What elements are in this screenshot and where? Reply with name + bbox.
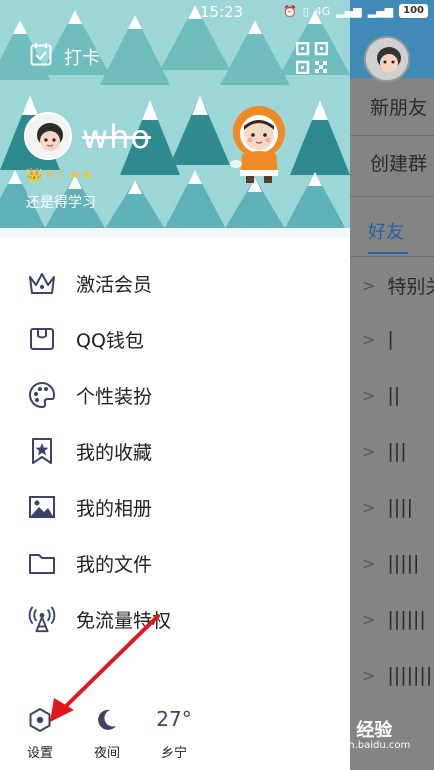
checkin-label: 打卡 bbox=[64, 47, 100, 69]
city-label: 乡宁 bbox=[160, 746, 187, 761]
crown-icon bbox=[28, 269, 56, 297]
vibrate-icon: ▯ bbox=[302, 4, 309, 18]
chevron-right-icon: > bbox=[362, 665, 376, 685]
menu-item-files[interactable]: 我的文件 bbox=[0, 535, 350, 591]
status-time: 15:23 bbox=[200, 3, 244, 21]
menu-item-label: QQ钱包 bbox=[76, 329, 144, 352]
personal-signature[interactable]: 还是得学习 bbox=[26, 192, 96, 212]
palette-icon bbox=[28, 381, 56, 409]
chevron-right-icon: > bbox=[362, 385, 376, 405]
tab-friends-underline bbox=[368, 252, 408, 254]
friend-group-label: 特别关心 bbox=[387, 276, 434, 298]
red-arrow-annotation bbox=[50, 614, 160, 722]
friend-group-row[interactable]: > ||| bbox=[362, 440, 407, 462]
menu-item-label: 激活会员 bbox=[76, 273, 153, 296]
chevron-right-icon: > bbox=[362, 441, 376, 461]
chevron-right-icon: > bbox=[362, 276, 376, 295]
create-group-row[interactable]: 创建群 bbox=[350, 149, 434, 176]
menu-item-wallet[interactable]: QQ钱包 bbox=[0, 311, 350, 367]
menu-item-favorites[interactable]: 我的收藏 bbox=[0, 423, 350, 479]
level-badges[interactable]: 👑☀☾★★ bbox=[26, 168, 94, 183]
contacts-avatar[interactable] bbox=[364, 36, 410, 82]
nickname[interactable]: who bbox=[82, 118, 151, 156]
baidu-watermark: Bai 经验 jingyan.baidu.com bbox=[318, 716, 428, 762]
avatar[interactable] bbox=[24, 112, 72, 160]
alarm-icon: ⏰ bbox=[283, 4, 297, 18]
status-bar: 15:23 ⏰ ▯ 4G ▂▄▆ ▂▄▆ 100 bbox=[0, 0, 434, 26]
friend-group-label: ||||| bbox=[387, 552, 420, 574]
wallet-icon bbox=[28, 325, 56, 353]
drawer-menu: 激活会员 QQ钱包 个性装扮 我的收藏 我的相册 我的文件 免流量特权 bbox=[0, 255, 350, 647]
network-label: 4G bbox=[314, 4, 331, 18]
chevron-right-icon: > bbox=[362, 497, 376, 517]
chevron-right-icon: > bbox=[362, 553, 376, 573]
divider bbox=[350, 196, 434, 197]
menu-item-vip[interactable]: 激活会员 bbox=[0, 255, 350, 311]
contacts-panel-dimmed: 新朋友 创建群 好友 >特别关心 >| >|| >||| >|||| >||||… bbox=[350, 0, 434, 770]
divider bbox=[350, 135, 434, 136]
friend-group-row[interactable]: > ||||| bbox=[362, 552, 419, 574]
folder-icon bbox=[28, 549, 56, 577]
profile-header[interactable]: 打卡 who 👑☀☾★★ 还是得学习 bbox=[0, 0, 350, 237]
menu-item-album[interactable]: 我的相册 bbox=[0, 479, 350, 535]
checkin-button[interactable]: 打卡 bbox=[30, 42, 100, 71]
tab-friends[interactable]: 好友 bbox=[368, 218, 404, 244]
friend-group-label: | bbox=[387, 328, 394, 350]
friend-group-label: |||| bbox=[387, 496, 414, 518]
friend-group-row[interactable]: > 特别关心 bbox=[362, 272, 434, 299]
battery-icon: 100 bbox=[399, 4, 428, 18]
bookmark-star-icon bbox=[28, 437, 56, 465]
calendar-check-icon bbox=[30, 42, 52, 71]
friend-group-row[interactable]: > || bbox=[362, 384, 400, 406]
settings-label: 设置 bbox=[26, 746, 53, 761]
signal-icon: ▂▄▆ bbox=[336, 4, 362, 18]
divider bbox=[350, 256, 434, 257]
friend-group-label: ||| bbox=[387, 440, 407, 462]
watermark-sub: jingyan.baidu.com bbox=[318, 740, 411, 751]
qr-code-icon[interactable] bbox=[295, 41, 329, 75]
friend-group-row[interactable]: > |||||| bbox=[362, 608, 426, 630]
menu-item-label: 个性装扮 bbox=[76, 385, 153, 408]
menu-item-label: 我的文件 bbox=[76, 553, 153, 576]
watermark-main: Bai 经验 bbox=[318, 720, 393, 741]
friend-group-row[interactable]: > ||||||| bbox=[362, 664, 432, 686]
menu-item-label: 我的收藏 bbox=[76, 441, 153, 464]
menu-item-themes[interactable]: 个性装扮 bbox=[0, 367, 350, 423]
eskimo-mascot-icon bbox=[224, 104, 294, 188]
photo-icon bbox=[28, 493, 56, 521]
friend-group-row[interactable]: > |||| bbox=[362, 496, 413, 518]
menu-item-label: 我的相册 bbox=[76, 497, 153, 520]
friend-group-label: ||||||| bbox=[387, 664, 433, 686]
status-icons: ⏰ ▯ 4G ▂▄▆ ▂▄▆ 100 bbox=[283, 4, 428, 18]
chevron-right-icon: > bbox=[362, 609, 376, 629]
new-friends-row[interactable]: 新朋友 bbox=[350, 93, 434, 120]
signal-icon: ▂▄▆ bbox=[367, 4, 394, 18]
friend-group-row[interactable]: > | bbox=[362, 328, 394, 350]
chevron-right-icon: > bbox=[362, 329, 376, 349]
friend-group-label: || bbox=[387, 384, 401, 406]
night-mode-label: 夜间 bbox=[93, 746, 120, 761]
friend-group-label: |||||| bbox=[387, 608, 426, 630]
